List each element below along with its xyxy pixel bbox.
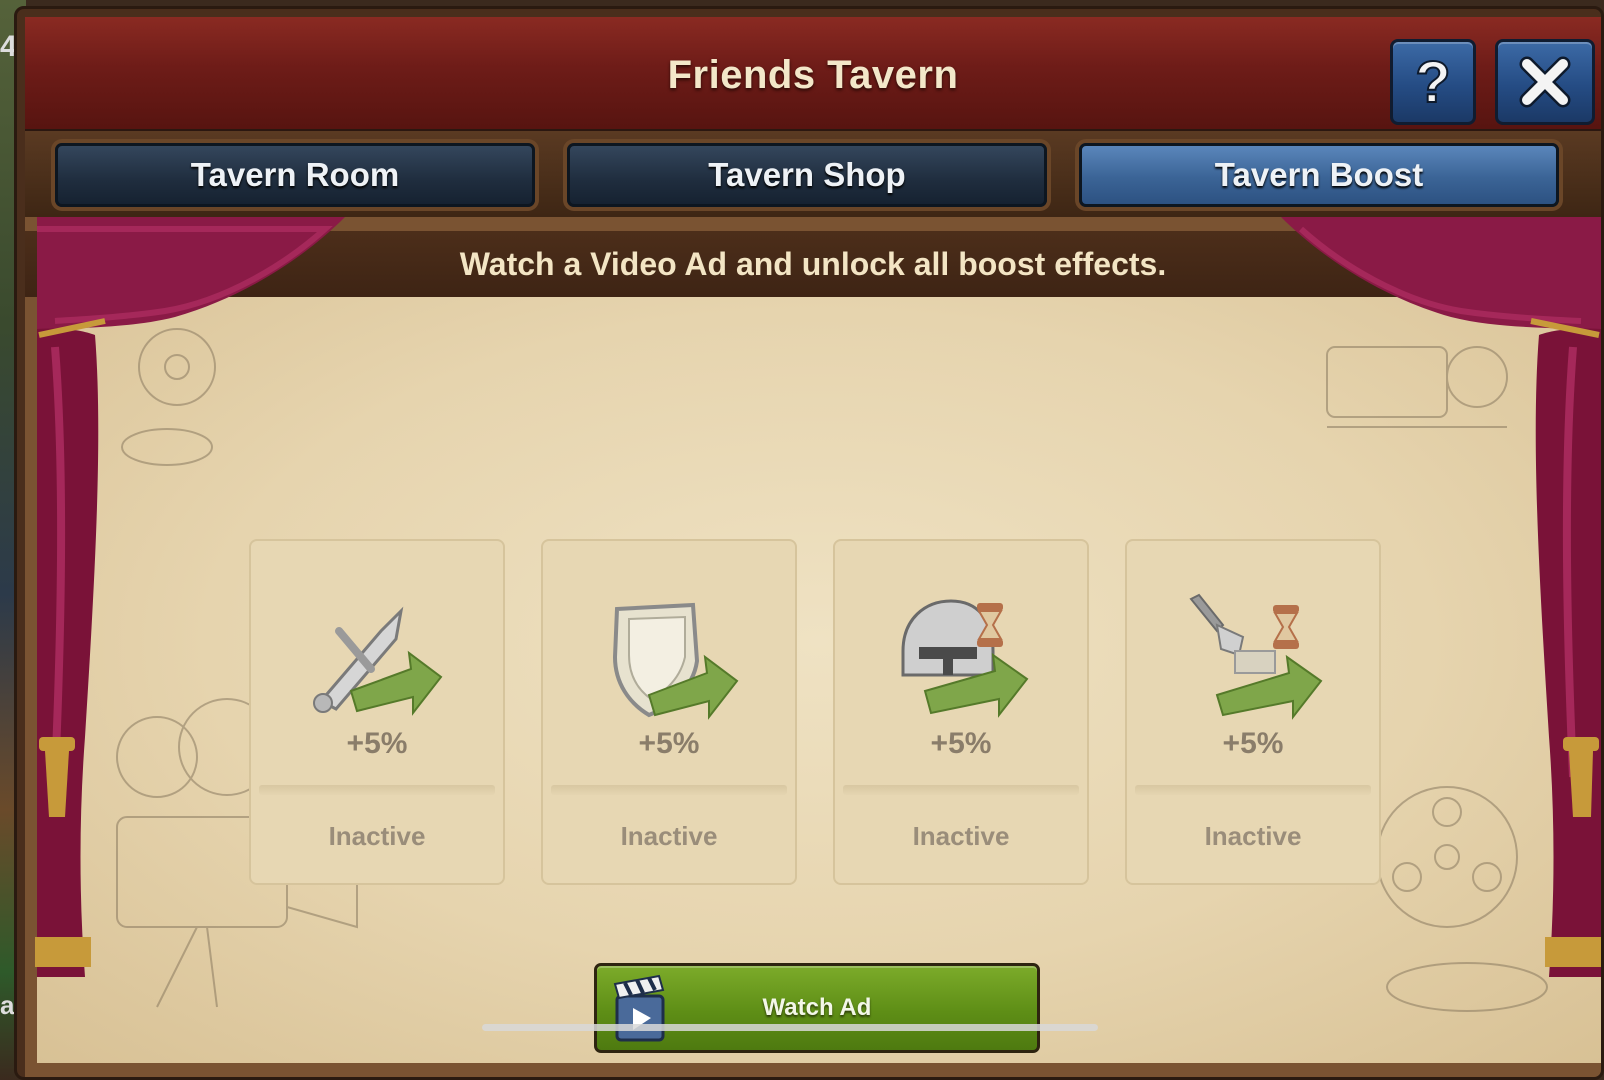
watch-ad-label: Watch Ad [762, 994, 872, 1021]
boost-status: Inactive [912, 821, 1010, 851]
close-icon [1519, 56, 1571, 108]
defense-boost-icon [612, 602, 739, 720]
background-letter: a [0, 990, 15, 1020]
tab-tavern-shop[interactable]: Tavern Shop [567, 143, 1047, 207]
svg-text:?: ? [1415, 52, 1450, 112]
card-divider [551, 785, 787, 795]
tab-tavern-room[interactable]: Tavern Room [55, 143, 535, 207]
watch-ad-button[interactable]: Watch Ad [594, 963, 1040, 1053]
boost-card-defense: +5% Inactive [541, 539, 797, 885]
left-curtain-icon [35, 217, 345, 977]
close-button[interactable] [1495, 39, 1595, 125]
boost-status: Inactive [620, 821, 718, 851]
home-indicator[interactable] [482, 1024, 1098, 1031]
friends-tavern-window: Friends Tavern ? Tavern Room Tavern Shop… [14, 6, 1604, 1080]
card-divider [843, 785, 1079, 795]
recruit-speed-boost-icon [901, 599, 1029, 718]
tab-bar: Tavern Room Tavern Shop Tavern Boost [25, 131, 1601, 217]
boost-card-recruit-speed: +5% Inactive [833, 539, 1089, 885]
question-icon: ? [1414, 52, 1451, 112]
boost-stage: Watch a Video Ad and unlock all boost ef… [25, 217, 1601, 1077]
tab-tavern-boost[interactable]: Tavern Boost [1079, 143, 1559, 207]
help-button[interactable]: ? [1390, 39, 1476, 125]
boost-value: +5% [638, 727, 700, 760]
window-title: Friends Tavern [667, 53, 959, 97]
boost-value: +5% [930, 727, 992, 760]
title-bar: Friends Tavern ? [25, 17, 1601, 132]
right-curtain-icon [1281, 217, 1601, 977]
